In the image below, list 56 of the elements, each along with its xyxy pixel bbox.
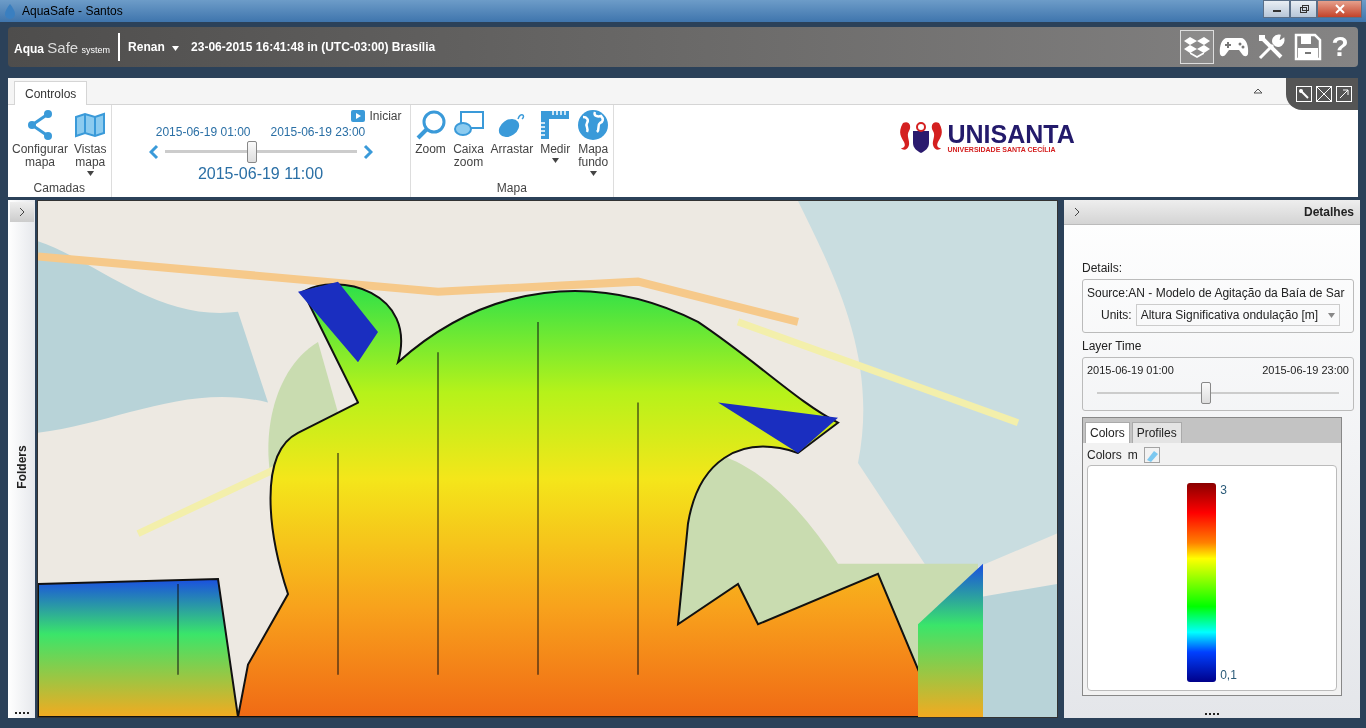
layer-time-label: Layer Time [1082, 339, 1143, 353]
ruler-icon [539, 109, 572, 141]
maximize-icon [1298, 4, 1309, 14]
maximize-button[interactable] [1290, 0, 1317, 18]
caret-icon [1328, 312, 1336, 318]
ribbon-tab[interactable]: Controlos [14, 81, 88, 105]
user-menu[interactable]: Renan [128, 40, 180, 54]
chevron-icon [18, 207, 25, 217]
current-time: 2015-06-19 11:00 [197, 165, 324, 183]
ribbon-button[interactable]: Configurar mapa [12, 109, 69, 176]
colors-label: Colors [1087, 448, 1122, 462]
panel-tab[interactable]: Colors [1085, 422, 1130, 443]
scale-min: 0,1 [1220, 668, 1237, 682]
ribbon-button[interactable]: Zoom [414, 109, 447, 163]
window-title: AquaSafe - Santos [22, 4, 123, 18]
group-label: Camadas [33, 181, 85, 195]
ribbon-button[interactable]: Mapa fundo [577, 109, 610, 176]
start-time: 2015-06-19 01:00 [1087, 364, 1174, 376]
scale-max: 3 [1220, 483, 1228, 497]
ribbon-button[interactable]: Caixa zoom [452, 109, 485, 176]
source-value: AN - Modelo de Agitação da Baía de Sar [1128, 286, 1345, 300]
minimize-button[interactable] [1263, 0, 1290, 18]
start-time: 2015-06-19 01:00 [155, 125, 251, 139]
play-icon [351, 110, 366, 122]
help-button[interactable]: ? [1328, 31, 1352, 63]
panel-title: Detalhes [1303, 205, 1354, 219]
folders-label[interactable]: Folders [14, 445, 29, 489]
dropbox-button[interactable] [1180, 30, 1214, 64]
expand-icon[interactable] [1336, 86, 1352, 102]
panel-tab[interactable]: Profiles [1131, 422, 1182, 443]
close-icon[interactable] [1316, 86, 1332, 102]
grip-icon[interactable] [1204, 713, 1220, 716]
unit-label: m [1127, 448, 1138, 462]
globe-icon [577, 109, 610, 141]
close-button[interactable] [1317, 0, 1362, 18]
details-label: Details: [1082, 261, 1123, 275]
ribbon-button[interactable]: Medir [539, 109, 572, 163]
app-icon [4, 3, 16, 19]
play-button[interactable]: Iniciar [351, 109, 402, 123]
grip-icon[interactable] [13, 712, 30, 715]
units-label: Units: [1101, 308, 1132, 322]
logo-name: UNISANTA [947, 121, 1075, 146]
source-label: Source: [1087, 286, 1129, 300]
ribbon-button[interactable]: Arrastar [490, 109, 534, 163]
units-dropdown[interactable]: Altura Significativa ondulação [m] [1135, 304, 1341, 326]
collapse-icon[interactable] [1253, 87, 1263, 95]
date-time-text: 23-06-2015 16:41:48 in (UTC-03:00) Brasília [191, 40, 436, 54]
end-time: 2015-06-19 23:00 [1262, 364, 1349, 376]
caret-icon [172, 46, 180, 51]
end-time: 2015-06-19 23:00 [270, 125, 366, 139]
search-icon [414, 109, 447, 141]
pin-icon[interactable] [1296, 86, 1312, 102]
app-logo: Aqua Safe system [14, 38, 111, 56]
group-label: Mapa [496, 181, 527, 195]
ribbon-button[interactable]: Vistas mapa [74, 109, 107, 176]
close-icon [1334, 4, 1345, 14]
